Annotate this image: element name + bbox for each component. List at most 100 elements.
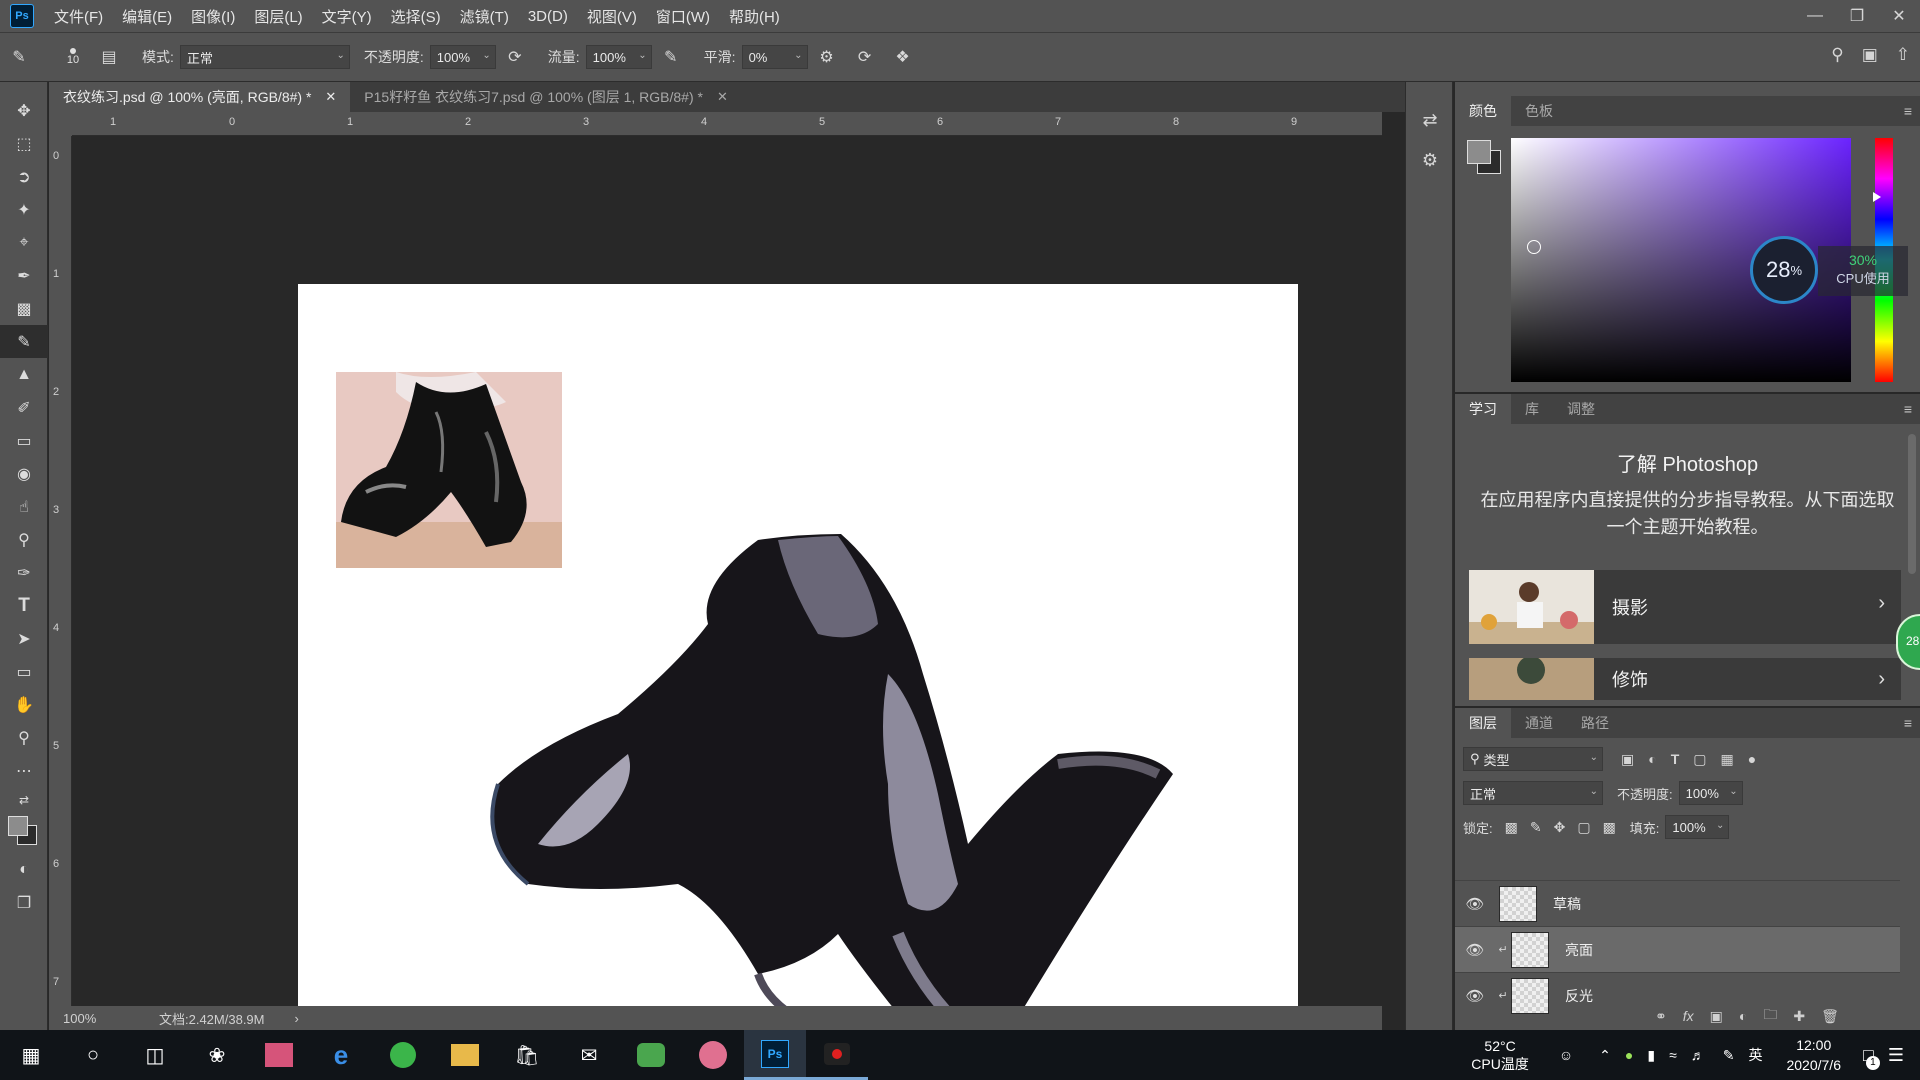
menu-view[interactable]: 视图(V) xyxy=(587,6,637,27)
tab-layers[interactable]: 图层 xyxy=(1455,708,1511,738)
symmetry-icon[interactable]: ❖ xyxy=(890,44,916,70)
color-swatches[interactable] xyxy=(0,813,48,853)
fx-icon[interactable]: fx xyxy=(1683,1008,1694,1024)
notification-center[interactable]: □ 1 xyxy=(1863,1045,1880,1070)
opacity-field[interactable]: 100% ⌄ xyxy=(429,45,496,69)
filter-pixel-icon[interactable]: ▣ xyxy=(1621,751,1634,768)
layer-row-selected[interactable]: 👁 ↵ 亮面 xyxy=(1455,926,1900,972)
avatar-app-icon[interactable] xyxy=(682,1030,744,1080)
mail-icon[interactable]: ✉ xyxy=(558,1030,620,1080)
foreground-color-swatch[interactable] xyxy=(1467,140,1491,164)
trash-icon[interactable]: 🗑 xyxy=(1821,1008,1839,1025)
pressure-opacity-icon[interactable]: ⟳ xyxy=(502,44,528,70)
folder-icon[interactable]: 🗀 xyxy=(1763,1004,1777,1028)
type-tool-icon[interactable]: T xyxy=(0,589,48,622)
menu-help[interactable]: 帮助(H) xyxy=(729,6,780,27)
properties-panel-icon[interactable]: ⚙ xyxy=(1406,140,1454,180)
edge-browser-icon[interactable]: e xyxy=(310,1030,372,1080)
battery-icon[interactable]: ▮ xyxy=(1647,1047,1655,1064)
mask-icon[interactable]: ▣ xyxy=(1710,1008,1723,1025)
chevron-right-icon[interactable]: › xyxy=(295,1011,299,1026)
foreground-color-swatch[interactable] xyxy=(8,816,28,836)
menu-type[interactable]: 文字(Y) xyxy=(322,6,372,27)
eye-icon[interactable]: 👁 xyxy=(1455,895,1495,913)
ime-indicator[interactable]: 英 xyxy=(1748,1045,1762,1065)
learn-card-retouch[interactable]: 修饰 › xyxy=(1469,658,1901,700)
network-icon[interactable]: ≈ xyxy=(1669,1047,1677,1063)
history-brush-tool-icon[interactable]: ✐ xyxy=(0,391,48,424)
menu-file[interactable]: 文件(F) xyxy=(54,6,103,27)
smudge-tool-icon[interactable]: ☝ xyxy=(0,490,48,523)
menu-filter[interactable]: 滤镜(T) xyxy=(460,6,509,27)
recorder-app-icon[interactable] xyxy=(806,1030,868,1080)
zoom-tool-icon[interactable]: ⚲ xyxy=(0,721,48,754)
search-icon[interactable]: ○ xyxy=(62,1030,124,1080)
green-browser-icon[interactable] xyxy=(372,1030,434,1080)
adjustment-icon[interactable]: ◐ xyxy=(1739,1008,1747,1024)
eye-icon[interactable]: 👁 xyxy=(1455,987,1495,1005)
share-icon[interactable]: ⇧ xyxy=(1896,45,1910,65)
filter-shape-icon[interactable]: ▢ xyxy=(1693,751,1706,768)
tab-document-1[interactable]: 衣纹练习.psd @ 100% (亮面, RGB/8#) * ✕ xyxy=(49,82,351,112)
close-window-icon[interactable]: ✕ xyxy=(1878,0,1920,32)
menu-3d[interactable]: 3D(D) xyxy=(528,8,568,25)
minimize-icon[interactable]: — xyxy=(1794,0,1836,32)
tray-app-icon[interactable]: ● xyxy=(1625,1047,1633,1063)
file-explorer-icon[interactable] xyxy=(434,1030,496,1080)
crop-tool-icon[interactable]: ⌖ xyxy=(0,226,48,259)
more-tools-icon[interactable]: ⋯ xyxy=(0,754,48,787)
eraser-tool-icon[interactable]: ▭ xyxy=(0,424,48,457)
windows-start-icon[interactable]: ▦ xyxy=(0,1030,62,1080)
tab-libraries[interactable]: 库 xyxy=(1511,394,1553,424)
menu-layer[interactable]: 图层(L) xyxy=(254,6,302,27)
menu-window[interactable]: 窗口(W) xyxy=(656,6,710,27)
photoshop-taskbar-icon[interactable]: Ps xyxy=(744,1030,806,1080)
link-icon[interactable]: ⚭ xyxy=(1655,1008,1667,1025)
zoom-level[interactable]: 100% xyxy=(49,1011,129,1026)
search-icon[interactable]: ⚲ xyxy=(1831,45,1843,65)
panel-menu-icon[interactable]: ≡ xyxy=(1904,401,1912,417)
brush-tool-icon[interactable]: ✎ xyxy=(0,325,48,358)
filter-toggle-icon[interactable]: ● xyxy=(1748,751,1756,767)
people-icon[interactable]: ☺ xyxy=(1559,1047,1573,1063)
rectangle-tool-icon[interactable]: ▭ xyxy=(0,655,48,688)
layer-row[interactable]: 👁 草稿 xyxy=(1455,880,1900,926)
image-app-icon[interactable] xyxy=(620,1030,682,1080)
menu-image[interactable]: 图像(I) xyxy=(191,6,235,27)
fill-field[interactable]: 100% ⌄ xyxy=(1665,815,1730,839)
lock-transparency-icon[interactable]: ▩ xyxy=(1505,819,1518,836)
brush-preset-icon[interactable]: ✎ xyxy=(6,44,32,70)
bucket-tool-icon[interactable]: ◉ xyxy=(0,457,48,490)
pen-tool-icon[interactable]: ✑ xyxy=(0,556,48,589)
picker-cursor[interactable] xyxy=(1527,240,1541,254)
restore-icon[interactable]: ❐ xyxy=(1836,0,1878,32)
learn-card-photography[interactable]: 摄影 › xyxy=(1469,570,1901,644)
panel-menu-icon[interactable]: ≡ xyxy=(1904,715,1912,731)
lock-pixels-icon[interactable]: ✎ xyxy=(1530,819,1542,836)
tab-document-2[interactable]: P15籽籽鱼 衣纹练习7.psd @ 100% (图层 1, RGB/8#) *… xyxy=(350,82,742,112)
hand-tool-icon[interactable]: ✋ xyxy=(0,688,48,721)
eyedropper-tool-icon[interactable]: ✒ xyxy=(0,259,48,292)
document-canvas[interactable] xyxy=(298,284,1298,1080)
frame-tool-icon[interactable]: ▩ xyxy=(0,292,48,325)
lock-all-icon[interactable]: ▩ xyxy=(1603,819,1616,836)
brush-settings-icon[interactable]: ▤ xyxy=(96,44,122,70)
pinwheel-app-icon[interactable]: ❀ xyxy=(186,1030,248,1080)
layer-filter-select[interactable]: ⚲ 类型 ⌄ xyxy=(1463,747,1603,771)
task-view-icon[interactable]: ◫ xyxy=(124,1030,186,1080)
learn-scrollbar[interactable] xyxy=(1908,434,1916,574)
dodge-tool-icon[interactable]: ⚲ xyxy=(0,523,48,556)
show-hidden-icons-icon[interactable]: ⌃ xyxy=(1599,1047,1611,1064)
lasso-tool-icon[interactable]: ➲ xyxy=(0,160,48,193)
tab-adjustments[interactable]: 调整 xyxy=(1553,394,1609,424)
history-panel-icon[interactable]: ⇄ xyxy=(1406,100,1454,140)
airbrush-icon[interactable]: ✎ xyxy=(658,44,684,70)
pink-app-icon[interactable] xyxy=(248,1030,310,1080)
layer-name[interactable]: 亮面 xyxy=(1565,940,1593,960)
color-swatches-mini[interactable] xyxy=(1467,140,1503,176)
eye-icon[interactable]: 👁 xyxy=(1455,941,1495,959)
new-layer-icon[interactable]: ✚ xyxy=(1793,1008,1805,1025)
hue-marker-icon[interactable] xyxy=(1873,192,1881,202)
swap-colors-icon[interactable]: ⇄ xyxy=(0,787,48,813)
pressure-size-icon[interactable]: ⟳ xyxy=(852,44,878,70)
